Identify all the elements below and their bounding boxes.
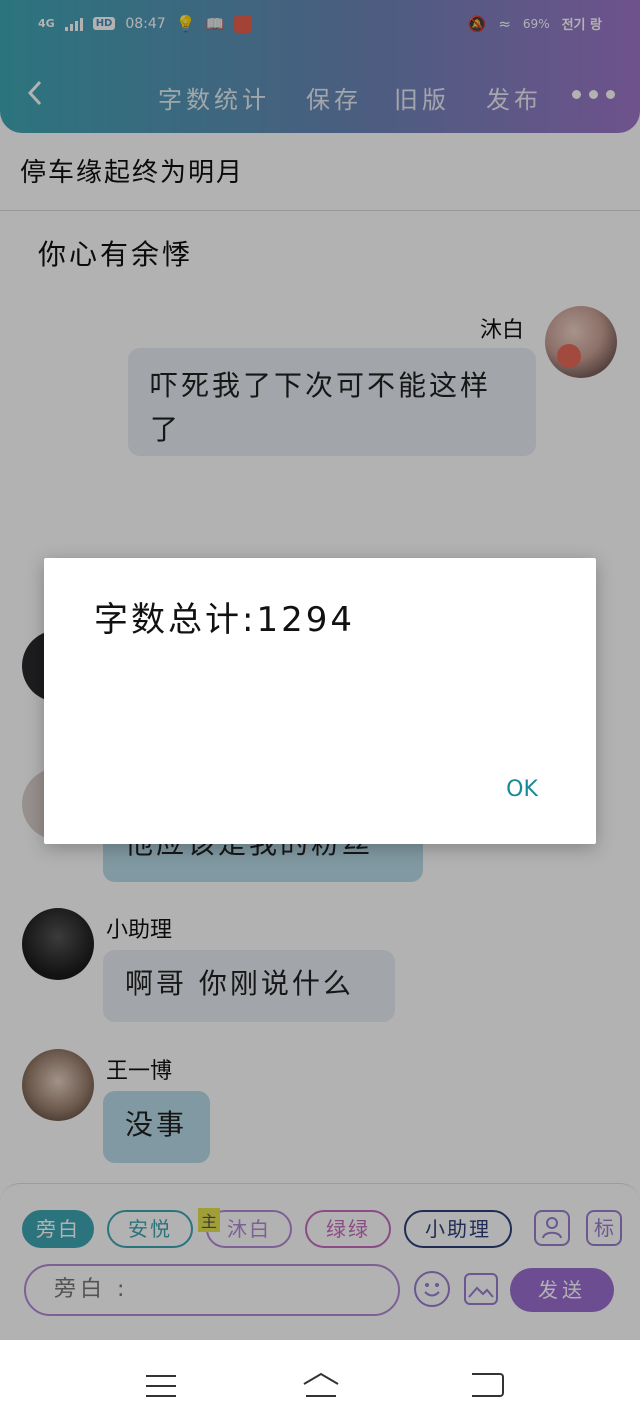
system-nav-bar <box>0 1340 640 1427</box>
back-nav-icon[interactable] <box>472 1373 504 1397</box>
menu-icon[interactable] <box>146 1375 176 1397</box>
home-icon[interactable] <box>302 1372 340 1398</box>
dialog-message: 字数总计:1294 <box>94 600 355 640</box>
ok-button[interactable]: OK <box>492 774 552 806</box>
word-count-dialog: 字数总计:1294 OK <box>44 558 596 844</box>
